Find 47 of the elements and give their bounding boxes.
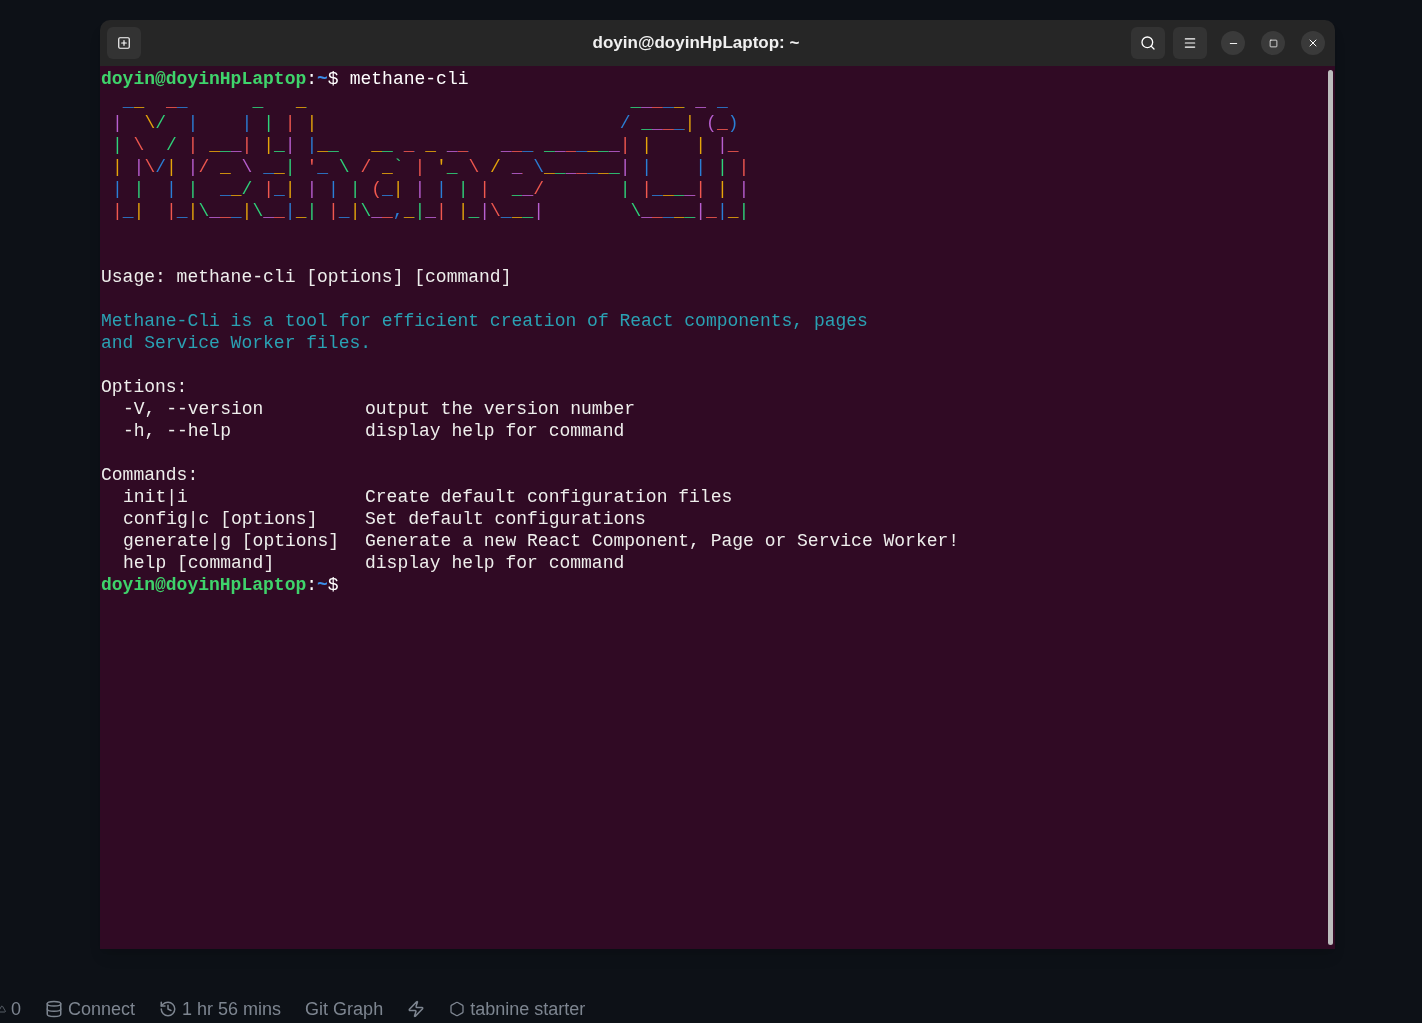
prompt-symbol: $ — [327, 574, 339, 596]
prompt-user: doyin@doyinHpLaptop — [101, 574, 307, 596]
entry-description: Create default configuration files — [365, 486, 733, 508]
search-icon — [1140, 35, 1156, 51]
status-item[interactable]: Git Graph — [305, 995, 384, 1023]
new-tab-button[interactable] — [107, 27, 141, 59]
new-tab-icon — [117, 36, 131, 50]
output-text: Options: — [101, 377, 188, 397]
entry-description: Generate a new React Component, Page or Service Worker! — [365, 530, 960, 552]
status-item[interactable]: Connect — [68, 995, 136, 1023]
prompt-path: ~ — [317, 574, 328, 596]
database-icon — [45, 1000, 63, 1018]
output-text: Usage: methane-cli [options] [command] — [101, 267, 512, 287]
entry-name: config|c [options] — [123, 508, 319, 530]
status-item[interactable]: 0 — [11, 995, 21, 1023]
prompt-symbol: $ — [327, 68, 339, 90]
search-button[interactable] — [1131, 27, 1165, 59]
command-text: methane-cli — [349, 68, 469, 90]
description-text: and Service Worker files. — [101, 333, 372, 353]
status-item[interactable]: 1 hr 56 mins — [182, 995, 282, 1023]
entry-name: init|i — [123, 486, 189, 508]
prompt-user: doyin@doyinHpLaptop — [101, 68, 307, 90]
entry-description: display help for command — [365, 420, 625, 442]
maximize-icon — [1268, 38, 1278, 48]
prompt-separator: : — [306, 574, 318, 596]
lightning-icon[interactable] — [407, 1000, 426, 1018]
output-text: Commands: — [101, 465, 199, 485]
status-item[interactable]: tabnine starter — [470, 995, 586, 1023]
close-icon — [1307, 37, 1319, 49]
entry-description: Set default configurations — [365, 508, 646, 530]
window-title: doyin@doyinHpLaptop: ~ — [592, 32, 800, 55]
entry-name: -V, --version — [123, 398, 265, 420]
history-icon — [159, 1000, 178, 1018]
menu-button[interactable] — [1173, 27, 1207, 59]
prompt-path: ~ — [317, 68, 328, 90]
close-button[interactable] — [1301, 31, 1325, 55]
entry-name: generate|g [options] — [123, 530, 341, 552]
entry-name: help [command] — [123, 552, 276, 574]
description-text: Methane-Cli is a tool for efficient creation of React components, pages — [101, 311, 868, 331]
entry-name: -h, --help — [123, 420, 233, 442]
scrollbar[interactable] — [1327, 70, 1333, 945]
entry-description: output the version number — [365, 398, 636, 420]
menu-icon — [1183, 36, 1197, 50]
prompt-separator: : — [306, 68, 318, 90]
maximize-button[interactable] — [1261, 31, 1285, 55]
hexagon-icon — [449, 1001, 466, 1017]
entry-description: display help for command — [365, 552, 625, 574]
